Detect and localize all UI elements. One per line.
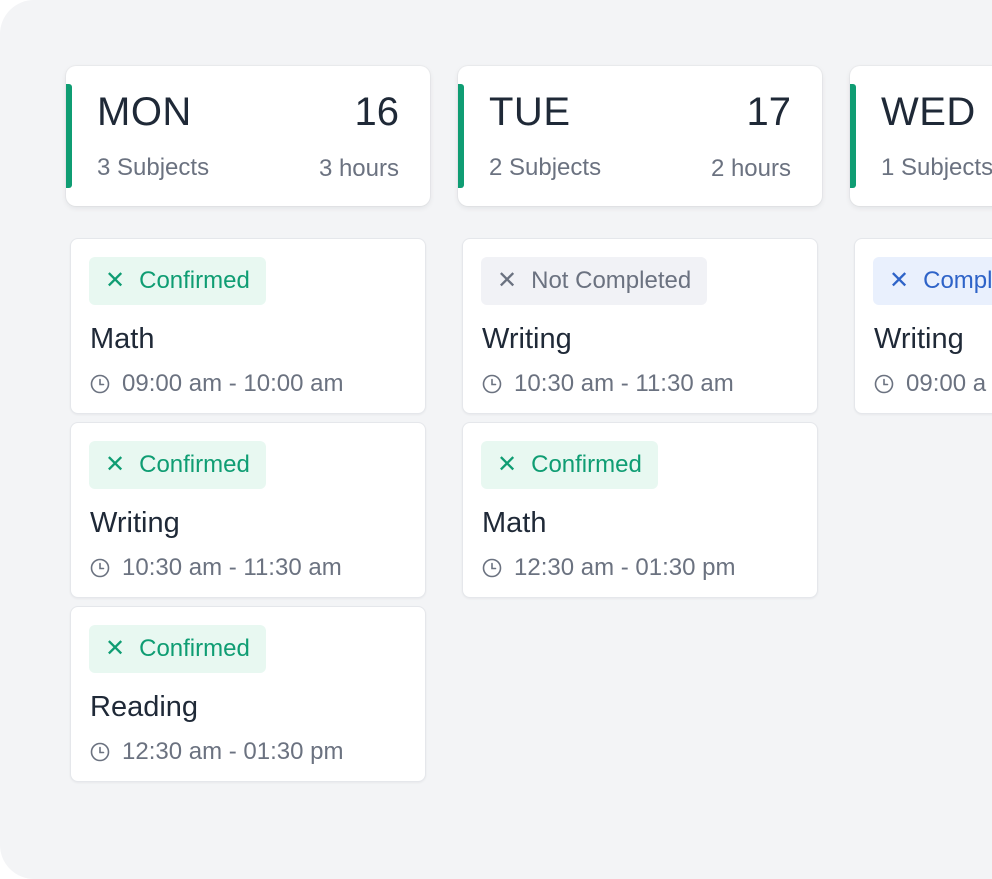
- session-subject: Math: [90, 323, 155, 355]
- close-icon: ✕: [105, 635, 126, 662]
- clock-icon: [90, 374, 110, 394]
- close-icon: ✕: [497, 267, 518, 294]
- status-label: Compl: [923, 267, 992, 294]
- session-time: 12:30 am - 01:30 pm: [90, 738, 343, 766]
- session-list: ✕ Compl Writing 09:00 a: [850, 238, 992, 414]
- status-label: Confirmed: [139, 451, 250, 478]
- day-column-mon: MON 16 3 Subjects 3 hours ✕ Confirmed Ma…: [66, 66, 430, 790]
- session-card[interactable]: ✕ Confirmed Writing 10:30 am - 11:30 am: [70, 422, 426, 598]
- session-time-text: 09:00 a: [906, 370, 987, 397]
- day-name: MON: [97, 90, 192, 134]
- clock-icon: [90, 558, 110, 578]
- status-label: Confirmed: [531, 451, 642, 478]
- session-card[interactable]: ✕ Compl Writing 09:00 a: [854, 238, 992, 414]
- day-column-wed: WED 1 Subjects ✕ Compl Writing 09:00 a: [850, 66, 992, 422]
- subjects-count: 3 Subjects: [97, 154, 210, 181]
- subjects-count: 2 Subjects: [489, 154, 602, 181]
- day-name: WED: [881, 90, 976, 134]
- session-time: 12:30 am - 01:30 pm: [482, 554, 735, 582]
- day-header[interactable]: MON 16 3 Subjects 3 hours: [66, 66, 430, 206]
- day-name: TUE: [489, 90, 571, 134]
- session-time-text: 12:30 am - 01:30 pm: [514, 554, 736, 581]
- day-date: 17: [746, 90, 792, 134]
- status-label: Not Completed: [531, 267, 692, 294]
- day-column-tue: TUE 17 2 Subjects 2 hours ✕ Not Complete…: [458, 66, 822, 606]
- status-badge[interactable]: ✕ Confirmed: [89, 257, 266, 305]
- hours-total: 3 hours: [318, 155, 399, 182]
- clock-icon: [874, 374, 894, 394]
- day-header[interactable]: TUE 17 2 Subjects 2 hours: [458, 66, 822, 206]
- session-card[interactable]: ✕ Confirmed Math 12:30 am - 01:30 pm: [462, 422, 818, 598]
- session-time: 09:00 a: [874, 370, 986, 398]
- session-list: ✕ Confirmed Math 09:00 am - 10:00 am ✕ C…: [66, 238, 430, 782]
- session-time-text: 09:00 am - 10:00 am: [122, 370, 344, 397]
- status-label: Confirmed: [139, 267, 250, 294]
- close-icon: ✕: [497, 451, 518, 478]
- day-accent-bar: [850, 84, 856, 188]
- schedule-board: MON 16 3 Subjects 3 hours ✕ Confirmed Ma…: [0, 0, 992, 879]
- close-icon: ✕: [105, 451, 126, 478]
- subjects-count: 1 Subjects: [881, 154, 992, 181]
- session-card[interactable]: ✕ Not Completed Writing 10:30 am - 11:30…: [462, 238, 818, 414]
- session-subject: Writing: [90, 507, 180, 539]
- session-subject: Math: [482, 507, 547, 539]
- session-time-text: 10:30 am - 11:30 am: [514, 370, 734, 397]
- day-accent-bar: [66, 84, 72, 188]
- session-card[interactable]: ✕ Confirmed Reading 12:30 am - 01:30 pm: [70, 606, 426, 782]
- status-badge[interactable]: ✕ Confirmed: [89, 441, 266, 489]
- session-subject: Writing: [482, 323, 572, 355]
- session-time: 10:30 am - 11:30 am: [90, 554, 342, 582]
- session-subject: Writing: [874, 323, 964, 355]
- session-time-text: 12:30 am - 01:30 pm: [122, 738, 344, 765]
- close-icon: ✕: [105, 267, 126, 294]
- session-time: 09:00 am - 10:00 am: [90, 370, 343, 398]
- close-icon: ✕: [889, 267, 910, 294]
- session-subject: Reading: [90, 691, 199, 723]
- status-badge[interactable]: ✕ Not Completed: [481, 257, 708, 305]
- session-list: ✕ Not Completed Writing 10:30 am - 11:30…: [458, 238, 822, 598]
- clock-icon: [90, 742, 110, 762]
- day-header[interactable]: WED 1 Subjects: [850, 66, 992, 206]
- clock-icon: [482, 374, 502, 394]
- session-card[interactable]: ✕ Confirmed Math 09:00 am - 10:00 am: [70, 238, 426, 414]
- status-label: Confirmed: [139, 635, 250, 662]
- status-badge[interactable]: ✕ Confirmed: [89, 625, 266, 673]
- session-time: 10:30 am - 11:30 am: [482, 370, 734, 398]
- session-time-text: 10:30 am - 11:30 am: [122, 554, 342, 581]
- day-accent-bar: [458, 84, 464, 188]
- hours-total: 2 hours: [710, 155, 791, 182]
- status-badge[interactable]: ✕ Compl: [873, 257, 992, 305]
- clock-icon: [482, 558, 502, 578]
- status-badge[interactable]: ✕ Confirmed: [481, 441, 658, 489]
- day-date: 16: [354, 90, 400, 134]
